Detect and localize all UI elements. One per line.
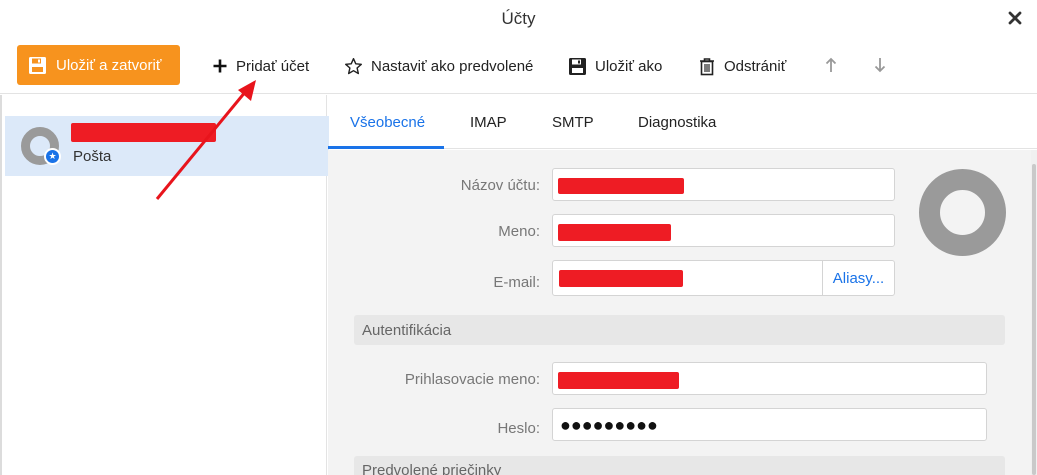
redacted-login-value: [558, 372, 679, 389]
name-field[interactable]: [552, 214, 895, 247]
tab-diagnostics[interactable]: Diagnostika: [638, 114, 716, 131]
redacted-account-name: [71, 123, 216, 142]
password-label: Heslo:: [497, 420, 540, 437]
close-button[interactable]: [1001, 5, 1029, 31]
redacted-name-value: [558, 224, 671, 241]
scrollbar[interactable]: [1031, 150, 1037, 475]
save-as-button[interactable]: Uložiť ako: [568, 54, 662, 78]
title-bar: Účty: [0, 0, 1037, 40]
account-photo-avatar[interactable]: [919, 169, 1006, 256]
move-up-button[interactable]: [823, 55, 839, 75]
add-account-label: Pridať účet: [236, 57, 310, 75]
name-label: Meno:: [498, 223, 540, 240]
delete-label: Odstrániť: [724, 57, 787, 75]
account-type-label: Pošta: [73, 148, 112, 165]
floppy-disk-icon: [569, 57, 586, 75]
password-field[interactable]: ●●●●●●●●●: [552, 408, 987, 441]
redacted-account-name-value: [558, 178, 684, 194]
account-list-item[interactable]: ★ Pošta: [5, 116, 329, 176]
arrow-up-icon: [825, 57, 837, 72]
login-name-field[interactable]: [552, 362, 987, 395]
delete-button[interactable]: Odstrániť: [698, 54, 786, 78]
plus-icon: [213, 59, 227, 73]
account-name-field[interactable]: [552, 168, 895, 201]
add-account-button[interactable]: Pridať účet: [212, 54, 309, 78]
save-and-close-label: Uložiť a zatvoriť: [56, 56, 162, 74]
tab-bar: Všeobecné IMAP SMTP Diagnostika: [328, 95, 1037, 149]
tab-general[interactable]: Všeobecné: [350, 114, 425, 131]
window-title: Účty: [501, 9, 536, 28]
account-name-label: Názov účtu:: [460, 177, 540, 194]
toolbar: Uložiť a zatvoriť Pridať účet Nastaviť a…: [0, 40, 1037, 94]
active-tab-indicator: [328, 146, 444, 149]
tab-smtp[interactable]: SMTP: [552, 114, 594, 131]
default-star-badge-icon: ★: [44, 148, 61, 165]
avatar: ★: [21, 127, 61, 165]
email-field[interactable]: Aliasy...: [552, 260, 895, 296]
tab-imap[interactable]: IMAP: [470, 114, 507, 131]
move-down-button[interactable]: [872, 55, 888, 75]
default-folders-section-header: Predvolené priečinky: [354, 456, 1005, 475]
trash-icon: [700, 57, 714, 75]
set-default-button[interactable]: Nastaviť ako predvolené: [344, 54, 533, 78]
save-as-label: Uložiť ako: [595, 57, 663, 75]
password-mask: ●●●●●●●●●: [560, 415, 658, 435]
close-icon: [1008, 11, 1022, 25]
aliases-button[interactable]: Aliasy...: [822, 261, 894, 295]
authentication-section-header: Autentifikácia: [354, 315, 1005, 345]
email-label: E-mail:: [493, 274, 540, 291]
login-name-label: Prihlasovacie meno:: [404, 371, 540, 388]
redacted-email-value: [559, 270, 683, 287]
floppy-disk-icon: [29, 56, 46, 74]
set-default-label: Nastaviť ako predvolené: [371, 57, 534, 75]
accounts-list: ★ Pošta: [0, 95, 329, 475]
save-and-close-button[interactable]: Uložiť a zatvoriť: [17, 45, 180, 85]
arrow-down-icon: [874, 58, 886, 73]
star-icon: [344, 57, 363, 74]
scrollbar-thumb[interactable]: [1032, 164, 1036, 475]
